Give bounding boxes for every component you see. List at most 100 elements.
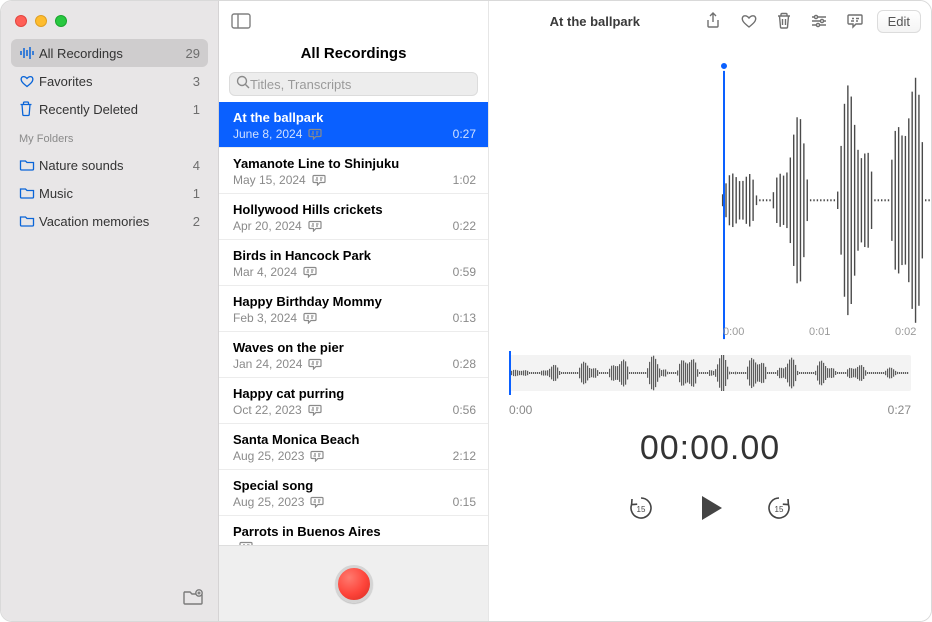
transcript-badge-icon	[303, 266, 317, 278]
recording-item[interactable]: Birds in Hancock Park Mar 4, 2024 0:59	[219, 240, 488, 286]
recording-item-duration: 0:56	[453, 403, 476, 417]
sidebar-item[interactable]: Recently Deleted 1	[11, 95, 208, 123]
sidebar-item-label: Vacation memories	[39, 214, 193, 229]
sidebar-section-header: My Folders	[1, 123, 218, 147]
recording-item-date: Aug 25, 2023	[233, 495, 304, 509]
sidebar-item[interactable]: Music 1	[11, 179, 208, 207]
sidebar-item-icon	[19, 186, 39, 200]
recording-item-date: Feb 3, 2024	[233, 311, 297, 325]
recording-item[interactable]: Special song Aug 25, 2023 0:15	[219, 470, 488, 516]
recording-item-date: Aug 25, 2023	[233, 449, 304, 463]
recording-item-duration: 0:15	[453, 495, 476, 509]
trim-region-line	[723, 65, 725, 341]
recording-item[interactable]: Happy Birthday Mommy Feb 3, 2024 0:13	[219, 286, 488, 332]
recording-item[interactable]: Waves on the pier Jan 24, 2024 0:28	[219, 332, 488, 378]
sidebar-item-label: Recently Deleted	[39, 102, 193, 117]
sidebar-item[interactable]: Favorites 3	[11, 67, 208, 95]
sidebar-item[interactable]: All Recordings 29	[11, 39, 208, 67]
trim-handle-top[interactable]	[719, 61, 729, 71]
edit-button[interactable]: Edit	[877, 10, 921, 33]
recording-item[interactable]: Yamanote Line to Shinjuku May 15, 2024 1…	[219, 148, 488, 194]
sidebar: All Recordings 29 Favorites 3 Recently D…	[1, 1, 219, 621]
search-icon	[236, 75, 250, 94]
recording-title: At the ballpark	[550, 14, 640, 29]
sidebar-item-label: Favorites	[39, 74, 193, 89]
sidebar-item-icon	[19, 46, 39, 60]
sidebar-item[interactable]: Nature sounds 4	[11, 151, 208, 179]
zoom-window-button[interactable]	[55, 15, 67, 27]
recording-item[interactable]: Parrots in Buenos Aires	[219, 516, 488, 545]
transcript-badge-icon	[308, 404, 322, 416]
share-button[interactable]	[699, 8, 727, 34]
svg-text:15: 15	[637, 505, 646, 514]
transcript-badge-icon	[310, 496, 324, 508]
play-button[interactable]	[694, 492, 726, 524]
delete-button[interactable]	[771, 8, 797, 34]
sidebar-item-count: 3	[193, 74, 200, 89]
settings-button[interactable]	[805, 8, 833, 34]
transcript-badge-icon	[308, 220, 322, 232]
skip-forward-15-button[interactable]: 15	[766, 495, 792, 521]
sidebar-item-icon	[19, 74, 39, 88]
sidebar-smart-list: All Recordings 29 Favorites 3 Recently D…	[1, 35, 218, 123]
app-window: All Recordings 29 Favorites 3 Recently D…	[0, 0, 932, 622]
close-window-button[interactable]	[15, 15, 27, 27]
recording-item-date: Oct 22, 2023	[233, 403, 302, 417]
sidebar-item-icon	[19, 158, 39, 172]
sidebar-item-icon	[19, 101, 39, 117]
axis-label: 0:02	[895, 326, 916, 338]
transcript-button[interactable]	[841, 8, 869, 34]
recording-item[interactable]: Hollywood Hills crickets Apr 20, 2024 0:…	[219, 194, 488, 240]
toggle-sidebar-button[interactable]	[227, 9, 255, 33]
recording-item-title: At the ballpark	[233, 110, 476, 125]
recording-item-duration: 0:28	[453, 357, 476, 371]
playhead[interactable]	[509, 351, 511, 395]
recording-item-title: Special song	[233, 478, 476, 493]
skip-back-15-button[interactable]: 15	[628, 495, 654, 521]
recording-item-duration: 0:13	[453, 311, 476, 325]
recording-item-duration: 1:02	[453, 173, 476, 187]
favorite-button[interactable]	[735, 8, 763, 34]
search-field[interactable]	[229, 72, 478, 96]
waveform-overview[interactable]: 0:00 0:27	[509, 355, 911, 403]
sidebar-folder-list: Nature sounds 4 Music 1 Vacation memorie…	[1, 147, 218, 235]
timecode: 00:00.00	[489, 429, 931, 468]
minimize-window-button[interactable]	[35, 15, 47, 27]
recording-item[interactable]: Santa Monica Beach Aug 25, 2023 2:12	[219, 424, 488, 470]
transcript-badge-icon	[308, 128, 322, 140]
recording-item-duration: 0:27	[453, 127, 476, 141]
detail-toolbar: At the ballpark	[489, 1, 931, 41]
recording-item-title: Waves on the pier	[233, 340, 476, 355]
transcript-badge-icon	[308, 358, 322, 370]
waveform-large-axis: 0:00 0:01 0:02	[489, 323, 931, 341]
recording-item[interactable]: At the ballpark June 8, 2024 0:27	[219, 102, 488, 148]
recording-item-title: Parrots in Buenos Aires	[233, 524, 476, 539]
recording-item-title: Yamanote Line to Shinjuku	[233, 156, 476, 171]
sidebar-item-count: 1	[193, 102, 200, 117]
recordings-column: All Recordings At the ballpark June 8, 2…	[219, 1, 489, 621]
waveform-large[interactable]: 0:00 0:01 0:02	[489, 41, 931, 341]
recording-item[interactable]: Happy cat purring Oct 22, 2023 0:56	[219, 378, 488, 424]
transport-controls: 15 15	[489, 492, 931, 524]
sidebar-item-count: 1	[193, 186, 200, 201]
new-folder-button[interactable]	[182, 588, 204, 611]
overview-end-label: 0:27	[888, 403, 911, 417]
detail-pane: At the ballpark	[489, 1, 931, 621]
recording-item-title: Happy Birthday Mommy	[233, 294, 476, 309]
recording-item-title: Happy cat purring	[233, 386, 476, 401]
sidebar-item-label: All Recordings	[39, 46, 186, 61]
search-input[interactable]	[250, 77, 471, 92]
recording-item-title: Santa Monica Beach	[233, 432, 476, 447]
svg-text:15: 15	[775, 505, 784, 514]
recording-item-title: Hollywood Hills crickets	[233, 202, 476, 217]
recordings-list: At the ballpark June 8, 2024 0:27 Yamano…	[219, 102, 488, 545]
sidebar-item-count: 29	[186, 46, 200, 61]
recording-item-duration: 2:12	[453, 449, 476, 463]
transcript-badge-icon	[312, 174, 326, 186]
record-button[interactable]	[335, 565, 373, 603]
recording-item-date: June 8, 2024	[233, 127, 302, 141]
record-bar	[219, 545, 488, 621]
sidebar-item[interactable]: Vacation memories 2	[11, 207, 208, 235]
recording-item-date: Apr 20, 2024	[233, 219, 302, 233]
sidebar-item-count: 2	[193, 214, 200, 229]
